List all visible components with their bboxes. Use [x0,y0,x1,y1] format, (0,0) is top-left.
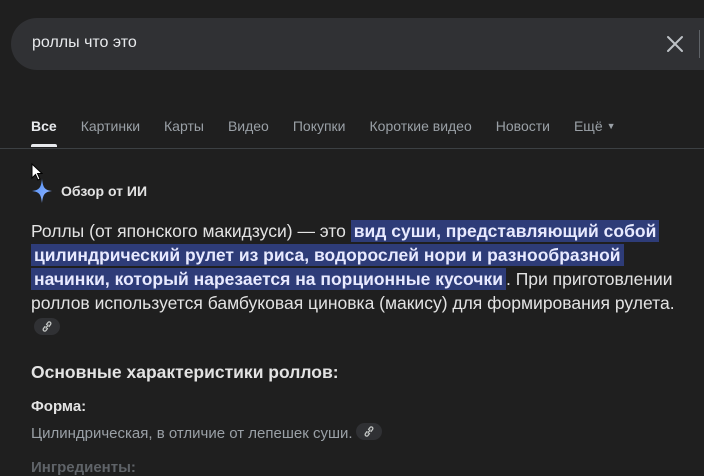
source-link-button[interactable] [34,318,60,335]
tab-shopping[interactable]: Покупки [293,118,346,146]
source-link-button[interactable] [355,423,382,440]
intro-text: Роллы (от японского макидзуси) — это [31,221,351,241]
close-icon [667,36,683,52]
caret-down-icon: ▼ [606,121,616,131]
ai-overview-header: Обзор от ИИ [31,178,147,204]
ingredients-label: Ингредиенты: [31,459,136,476]
search-bar-separator [699,30,700,58]
tab-more-label: Ещё [573,118,603,134]
tab-maps[interactable]: Карты [164,118,204,146]
form-label: Форма: [31,398,87,415]
tab-short-videos[interactable]: Короткие видео [370,118,472,146]
characteristics-heading: Основные характеристики роллов: [31,362,339,382]
tab-more[interactable]: Ещё ▼ [574,118,616,146]
form-description: Цилиндрическая, в отличие от лепешек суш… [31,423,382,442]
tab-images[interactable]: Картинки [81,118,140,146]
search-bar[interactable]: роллы что это [11,18,704,70]
tab-all[interactable]: Все [31,118,57,147]
form-text: Цилиндрическая, в отличие от лепешек суш… [31,425,353,442]
ai-overview-paragraph: Роллы (от японского макидзуси) — это вид… [31,219,681,339]
search-input[interactable]: роллы что это [32,34,137,52]
ai-overview-title: Обзор от ИИ [61,183,148,199]
link-icon [42,321,52,332]
search-tabs: Все Картинки Карты Видео Покупки Коротки… [31,118,640,148]
tab-news[interactable]: Новости [496,118,550,146]
tab-videos[interactable]: Видео [228,118,269,146]
ai-sparkle-icon [32,179,52,203]
clear-search-button[interactable] [662,31,688,57]
link-icon [364,426,374,437]
tabs-divider [0,148,704,149]
